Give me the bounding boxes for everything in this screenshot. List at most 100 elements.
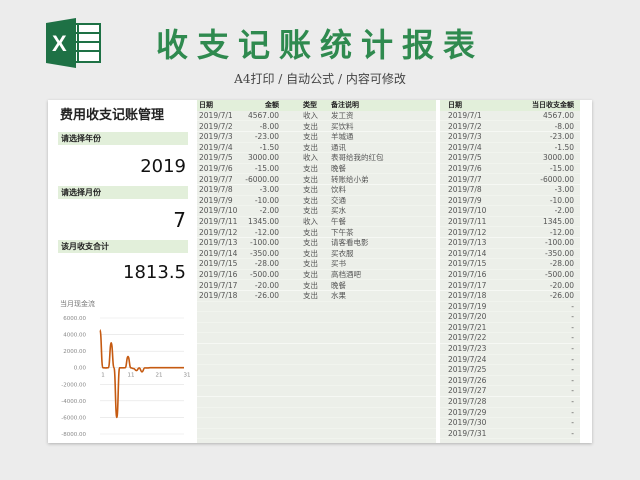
note-cell[interactable]: 下午茶 bbox=[331, 228, 354, 239]
daily-total-cell: - bbox=[571, 344, 574, 354]
date-cell[interactable]: 2019/7/13 bbox=[199, 238, 237, 249]
date-cell[interactable]: 2019/7/15 bbox=[199, 259, 237, 270]
amount-cell[interactable]: -15.00 bbox=[255, 164, 279, 175]
table-row[interactable]: 2019/7/3 -23.00 支出 羊城通 bbox=[197, 132, 436, 143]
note-cell[interactable]: 转账给小弟 bbox=[331, 175, 369, 186]
note-cell[interactable]: 交通 bbox=[331, 196, 346, 207]
note-cell[interactable]: 高档酒吧 bbox=[331, 270, 361, 281]
date-cell[interactable]: 2019/7/2 bbox=[199, 122, 233, 133]
type-cell[interactable]: 支出 bbox=[303, 185, 318, 196]
date-cell[interactable]: 2019/7/9 bbox=[199, 196, 233, 207]
type-cell[interactable]: 支出 bbox=[303, 228, 318, 239]
note-cell[interactable]: 午餐 bbox=[331, 217, 346, 228]
table-row[interactable]: 2019/7/17 -20.00 支出 晚餐 bbox=[197, 281, 436, 292]
note-cell[interactable]: 买水 bbox=[331, 206, 346, 217]
amount-cell[interactable]: -23.00 bbox=[255, 132, 279, 143]
amount-cell[interactable]: -1.50 bbox=[260, 143, 279, 154]
table-row: 2019/7/31 - bbox=[440, 429, 580, 440]
date-cell[interactable]: 2019/7/4 bbox=[199, 143, 233, 154]
amount-cell[interactable]: -350.00 bbox=[250, 249, 279, 260]
amount-cell[interactable]: -500.00 bbox=[250, 270, 279, 281]
type-cell[interactable]: 支出 bbox=[303, 291, 318, 302]
table-row[interactable]: 2019/7/2 -8.00 支出 买饮料 bbox=[197, 122, 436, 133]
amount-cell[interactable]: -2.00 bbox=[260, 206, 279, 217]
table-row[interactable]: 2019/7/8 -3.00 支出 饮料 bbox=[197, 185, 436, 196]
amount-cell[interactable]: -20.00 bbox=[255, 281, 279, 292]
amount-cell[interactable]: -8.00 bbox=[260, 122, 279, 133]
type-cell[interactable]: 收入 bbox=[303, 153, 318, 164]
amount-cell[interactable]: 4567.00 bbox=[248, 111, 279, 122]
table-row[interactable]: 2019/7/16 -500.00 支出 高档酒吧 bbox=[197, 270, 436, 281]
note-cell[interactable]: 表哥给我的红包 bbox=[331, 153, 384, 164]
type-cell[interactable]: 支出 bbox=[303, 270, 318, 281]
type-cell[interactable]: 支出 bbox=[303, 206, 318, 217]
date-cell[interactable]: 2019/7/3 bbox=[199, 132, 233, 143]
table-row[interactable]: 2019/7/18 -26.00 支出 水果 bbox=[197, 291, 436, 302]
table-row[interactable]: 2019/7/5 3000.00 收入 表哥给我的红包 bbox=[197, 153, 436, 164]
table-row[interactable]: 2019/7/11 1345.00 收入 午餐 bbox=[197, 217, 436, 228]
amount-cell[interactable]: -6000.00 bbox=[245, 175, 279, 186]
type-cell[interactable]: 收入 bbox=[303, 217, 318, 228]
type-cell[interactable]: 支出 bbox=[303, 238, 318, 249]
amount-cell[interactable]: -10.00 bbox=[255, 196, 279, 207]
type-cell[interactable]: 支出 bbox=[303, 132, 318, 143]
date-cell[interactable]: 2019/7/18 bbox=[199, 291, 237, 302]
amount-cell[interactable]: -26.00 bbox=[255, 291, 279, 302]
amount-cell[interactable]: -3.00 bbox=[260, 185, 279, 196]
table-row[interactable]: 2019/7/13 -100.00 支出 请客看电影 bbox=[197, 238, 436, 249]
date-cell[interactable]: 2019/7/17 bbox=[199, 281, 237, 292]
date-cell: 2019/7/19 bbox=[448, 301, 487, 311]
type-cell[interactable]: 支出 bbox=[303, 249, 318, 260]
table-row[interactable]: 2019/7/1 4567.00 收入 发工资 bbox=[197, 111, 436, 122]
note-cell[interactable]: 晚餐 bbox=[331, 164, 346, 175]
date-cell[interactable]: 2019/7/16 bbox=[199, 270, 237, 281]
date-cell[interactable]: 2019/7/7 bbox=[199, 175, 233, 186]
daily-total-cell: 3000.00 bbox=[542, 153, 574, 163]
table-row[interactable]: 2019/7/12 -12.00 支出 下午茶 bbox=[197, 228, 436, 239]
year-select[interactable]: 2019 bbox=[140, 156, 186, 177]
amount-cell[interactable]: 1345.00 bbox=[248, 217, 279, 228]
type-cell[interactable]: 支出 bbox=[303, 281, 318, 292]
date-cell[interactable]: 2019/7/10 bbox=[199, 206, 237, 217]
table-row[interactable]: 2019/7/15 -28.00 支出 买书 bbox=[197, 259, 436, 270]
date-cell[interactable]: 2019/7/5 bbox=[199, 153, 233, 164]
type-cell[interactable]: 收入 bbox=[303, 111, 318, 122]
note-cell[interactable]: 请客看电影 bbox=[331, 238, 369, 249]
date-cell[interactable]: 2019/7/14 bbox=[199, 249, 237, 260]
note-cell[interactable]: 买衣服 bbox=[331, 249, 354, 260]
amount-cell[interactable]: 3000.00 bbox=[248, 153, 279, 164]
table-row: 2019/7/26 - bbox=[440, 376, 580, 387]
month-select[interactable]: 7 bbox=[173, 208, 186, 232]
note-cell[interactable]: 买书 bbox=[331, 259, 346, 270]
date-cell[interactable]: 2019/7/1 bbox=[199, 111, 233, 122]
type-cell[interactable]: 支出 bbox=[303, 175, 318, 186]
table-row[interactable]: 2019/7/14 -350.00 支出 买衣服 bbox=[197, 249, 436, 260]
table-row[interactable]: 2019/7/7 -6000.00 支出 转账给小弟 bbox=[197, 175, 436, 186]
type-cell[interactable]: 支出 bbox=[303, 164, 318, 175]
note-cell[interactable]: 水果 bbox=[331, 291, 346, 302]
table-row[interactable]: 2019/7/9 -10.00 支出 交通 bbox=[197, 196, 436, 207]
type-cell[interactable]: 支出 bbox=[303, 143, 318, 154]
type-cell[interactable]: 支出 bbox=[303, 122, 318, 133]
date-cell[interactable]: 2019/7/11 bbox=[199, 217, 237, 228]
table-row[interactable]: 2019/7/10 -2.00 支出 买水 bbox=[197, 206, 436, 217]
date-cell[interactable]: 2019/7/12 bbox=[199, 228, 237, 239]
table-row[interactable]: 2019/7/6 -15.00 支出 晚餐 bbox=[197, 164, 436, 175]
amount-cell[interactable]: -100.00 bbox=[250, 238, 279, 249]
date-cell: 2019/7/25 bbox=[448, 365, 487, 375]
table-row[interactable]: 2019/7/4 -1.50 支出 通讯 bbox=[197, 143, 436, 154]
note-cell[interactable]: 通讯 bbox=[331, 143, 346, 154]
note-cell[interactable]: 羊城通 bbox=[331, 132, 354, 143]
type-cell[interactable]: 支出 bbox=[303, 259, 318, 270]
date-cell[interactable]: 2019/7/6 bbox=[199, 164, 233, 175]
date-cell: 2019/7/27 bbox=[448, 386, 487, 396]
note-cell[interactable]: 饮料 bbox=[331, 185, 346, 196]
type-cell[interactable]: 支出 bbox=[303, 196, 318, 207]
table-row: 2019/7/16 -500.00 bbox=[440, 270, 580, 281]
amount-cell[interactable]: -12.00 bbox=[255, 228, 279, 239]
note-cell[interactable]: 发工资 bbox=[331, 111, 354, 122]
date-cell[interactable]: 2019/7/8 bbox=[199, 185, 233, 196]
amount-cell[interactable]: -28.00 bbox=[255, 259, 279, 270]
note-cell[interactable]: 晚餐 bbox=[331, 281, 346, 292]
note-cell[interactable]: 买饮料 bbox=[331, 122, 354, 133]
